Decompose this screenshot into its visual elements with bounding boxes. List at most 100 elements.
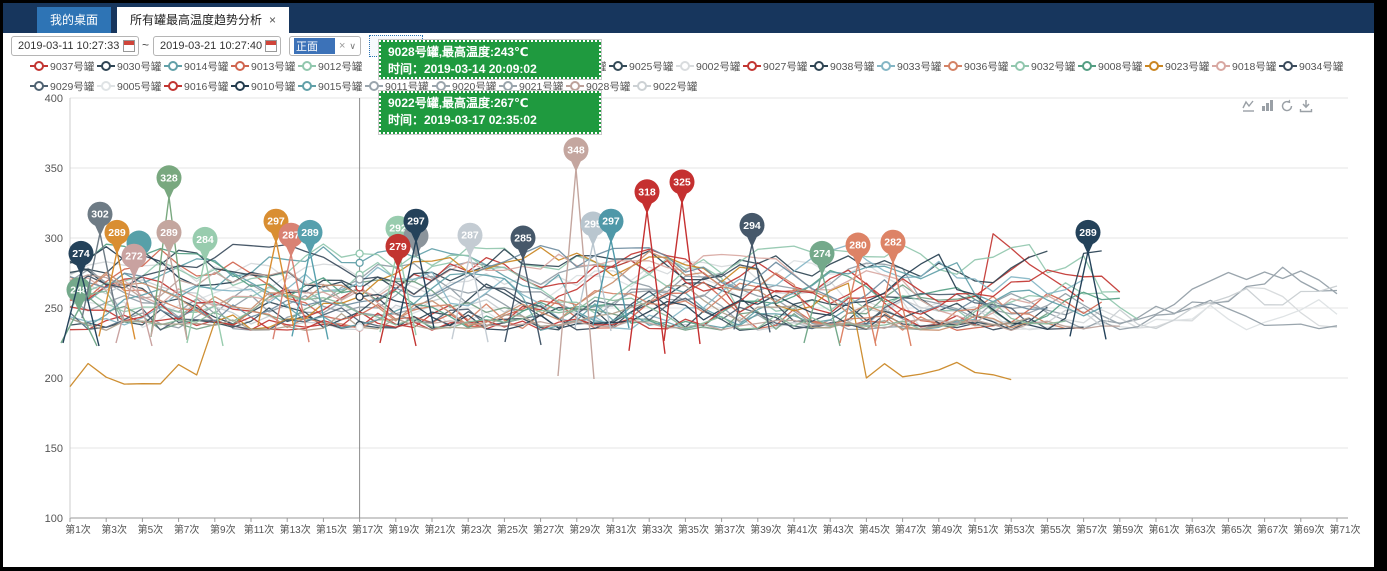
legend-item-9008[interactable]: 9008号罐	[1078, 59, 1140, 74]
svg-text:第1次: 第1次	[65, 523, 91, 536]
toolbox-line-chart-icon[interactable]	[1241, 98, 1257, 114]
svg-text:第49次: 第49次	[931, 523, 962, 536]
svg-text:第37次: 第37次	[714, 523, 745, 536]
svg-text:274: 274	[813, 248, 831, 260]
legend-item-label: 9002号罐	[696, 59, 740, 74]
toolbox-download-icon[interactable]	[1298, 98, 1314, 114]
legend-item-9025[interactable]: 9025号罐	[609, 59, 671, 74]
legend-marker-icon	[231, 62, 249, 70]
legend-item-label: 9036号罐	[964, 59, 1008, 74]
svg-text:150: 150	[45, 443, 63, 455]
svg-text:第71次: 第71次	[1329, 523, 1360, 536]
svg-text:400: 400	[45, 93, 63, 105]
legend-item-9005[interactable]: 9005号罐	[97, 79, 159, 94]
tooltip-time: 时间：2019-03-17 02:35:02	[388, 112, 592, 129]
legend-item-9010[interactable]: 9010号罐	[231, 79, 293, 94]
legend-marker-icon	[1212, 62, 1230, 70]
peak-marker: 328	[157, 165, 182, 200]
legend-item-9002[interactable]: 9002号罐	[676, 59, 738, 74]
svg-text:第65次: 第65次	[1221, 523, 1252, 536]
tooltip-title: 9022号罐,最高温度:267℃	[388, 95, 592, 112]
svg-text:100: 100	[45, 513, 63, 525]
svg-text:第11次: 第11次	[244, 523, 274, 536]
toolbox-restore-icon[interactable]	[1279, 98, 1295, 114]
legend-item-label: 9016号罐	[184, 79, 228, 94]
legend-item-label: 9010号罐	[251, 79, 295, 94]
svg-text:第39次: 第39次	[750, 523, 781, 536]
legend-item-9027[interactable]: 9027号罐	[743, 59, 805, 74]
legend-item-9016[interactable]: 9016号罐	[164, 79, 226, 94]
legend-item-9032[interactable]: 9032号罐	[1011, 59, 1073, 74]
legend-item-label: 9014号罐	[184, 59, 228, 74]
legend-item-label: 9033号罐	[897, 59, 941, 74]
legend-marker-icon	[298, 82, 316, 90]
svg-text:第61次: 第61次	[1148, 523, 1179, 536]
legend-item-9038[interactable]: 9038号罐	[810, 59, 872, 74]
legend-marker-icon	[1279, 62, 1297, 70]
legend-marker-icon	[97, 82, 115, 90]
legend-item-label: 9015号罐	[318, 79, 362, 94]
svg-text:第45次: 第45次	[859, 523, 890, 536]
legend-item-9029[interactable]: 9029号罐	[30, 79, 92, 94]
svg-text:第51次: 第51次	[967, 523, 998, 536]
svg-text:318: 318	[638, 186, 656, 198]
svg-text:289: 289	[160, 227, 178, 239]
legend-marker-icon	[1011, 62, 1029, 70]
legend-item-label: 9013号罐	[251, 59, 295, 74]
tooltip-title: 9028号罐,最高温度:243℃	[388, 44, 592, 61]
legend-item-9018[interactable]: 9018号罐	[1212, 59, 1274, 74]
legend-item-9036[interactable]: 9036号罐	[944, 59, 1006, 74]
svg-text:第29次: 第29次	[569, 523, 600, 536]
legend-item-9023[interactable]: 9023号罐	[1145, 59, 1207, 74]
legend-item-9014[interactable]: 9014号罐	[164, 59, 226, 74]
legend-item-label: 9030号罐	[117, 59, 161, 74]
legend-item-9034[interactable]: 9034号罐	[1279, 59, 1341, 74]
legend-marker-icon	[432, 82, 450, 90]
legend-item-9030[interactable]: 9030号罐	[97, 59, 159, 74]
legend-item-9012[interactable]: 9012号罐	[298, 59, 360, 74]
peak-marker: 280	[846, 233, 871, 268]
svg-text:297: 297	[407, 216, 425, 228]
svg-text:第13次: 第13次	[280, 523, 311, 536]
legend-item-label: 9037号罐	[50, 59, 94, 74]
legend-item-label: 9032号罐	[1031, 59, 1075, 74]
legend-marker-icon	[810, 62, 828, 70]
svg-text:第31次: 第31次	[605, 523, 636, 536]
legend-item-9022[interactable]: 9022号罐	[633, 79, 695, 94]
legend-marker-icon	[164, 82, 182, 90]
legend-item-9037[interactable]: 9037号罐	[30, 59, 92, 74]
svg-text:297: 297	[602, 216, 620, 228]
legend-marker-icon	[97, 62, 115, 70]
svg-text:250: 250	[45, 303, 63, 315]
svg-text:272: 272	[125, 251, 143, 263]
svg-text:第43次: 第43次	[823, 523, 854, 536]
svg-text:第17次: 第17次	[352, 523, 383, 536]
svg-text:第5次: 第5次	[138, 523, 164, 536]
peak-marker: 348	[564, 137, 589, 172]
legend-marker-icon	[877, 62, 895, 70]
legend-marker-icon	[566, 82, 584, 90]
svg-text:第47次: 第47次	[895, 523, 926, 536]
svg-text:297: 297	[267, 216, 285, 228]
svg-text:第3次: 第3次	[101, 523, 127, 536]
toolbox-bar-chart-icon[interactable]	[1260, 98, 1276, 114]
svg-text:289: 289	[1079, 227, 1097, 239]
tooltip-time: 时间：2019-03-14 20:09:02	[388, 61, 592, 78]
legend-marker-icon	[1078, 62, 1096, 70]
svg-text:287: 287	[461, 230, 479, 242]
svg-text:第67次: 第67次	[1257, 523, 1288, 536]
legend-item-label: 9008号罐	[1098, 59, 1142, 74]
svg-text:第23次: 第23次	[461, 523, 492, 536]
legend-item-9033[interactable]: 9033号罐	[877, 59, 939, 74]
legend-marker-icon	[164, 62, 182, 70]
legend-item-9015[interactable]: 9015号罐	[298, 79, 360, 94]
svg-text:279: 279	[389, 241, 407, 253]
svg-text:200: 200	[45, 373, 63, 385]
svg-text:274: 274	[72, 248, 90, 260]
legend-marker-icon	[743, 62, 761, 70]
peak-marker: 294	[740, 213, 765, 248]
legend-item-9013[interactable]: 9013号罐	[231, 59, 293, 74]
svg-text:289: 289	[108, 227, 126, 239]
legend-marker-icon	[609, 62, 627, 70]
legend-item-label: 9025号罐	[629, 59, 673, 74]
